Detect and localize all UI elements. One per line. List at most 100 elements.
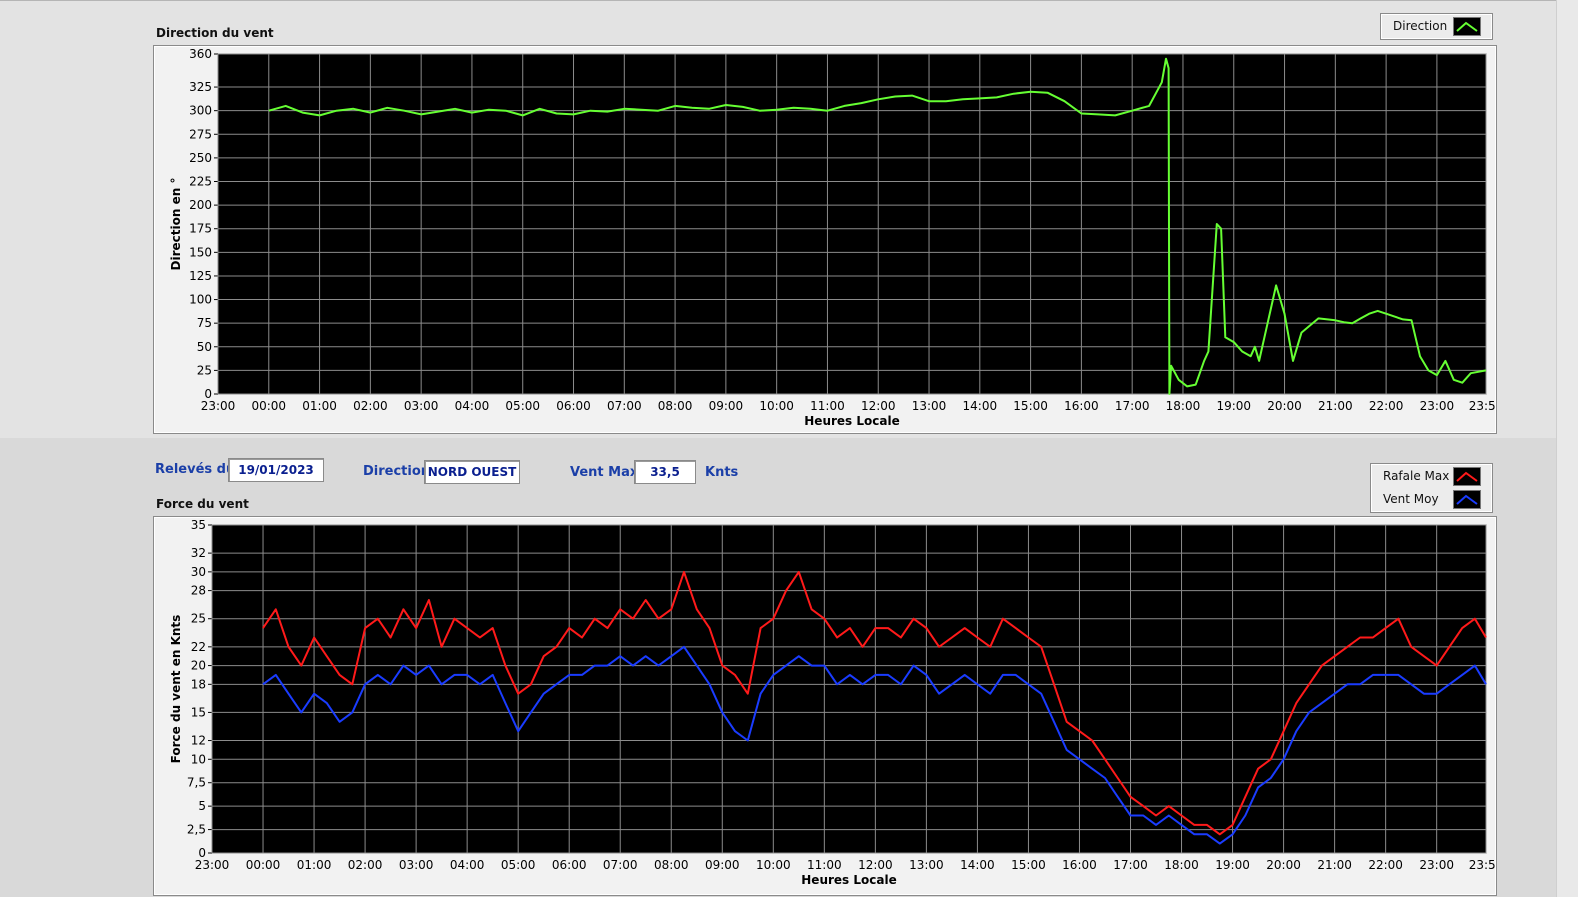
y-tick-label: 32 xyxy=(191,546,206,560)
x-tick-label: 14:00 xyxy=(960,858,995,872)
x-tick-label: 14:00 xyxy=(963,399,998,413)
y-tick-label: 5 xyxy=(198,799,206,813)
y-tick-label: 35 xyxy=(191,518,206,532)
x-tick-label: 06:00 xyxy=(556,399,591,413)
x-tick-label: 07:00 xyxy=(603,858,638,872)
x-tick-label: 10:00 xyxy=(756,858,791,872)
x-tick-label: 04:00 xyxy=(455,399,490,413)
y-tick-label: 22 xyxy=(191,640,206,654)
legend-swatch-vent-moy xyxy=(1453,490,1481,509)
x-tick-label: 00:00 xyxy=(246,858,281,872)
y-tick-label: 15 xyxy=(191,705,206,719)
x-tick-label: 03:00 xyxy=(404,399,439,413)
x-tick-label: 16:00 xyxy=(1062,858,1097,872)
force-chart-panel: 0 2,5 5 7,5 10 12 15 18 20 22 25 28 30 32 35 23:00 00:00… xyxy=(153,516,1497,896)
direction-label: Direction xyxy=(363,464,431,479)
legend-item-direction[interactable]: Direction xyxy=(1381,15,1492,37)
x-tick-label: 18:00 xyxy=(1164,858,1199,872)
x-tick-label: 08:00 xyxy=(658,399,693,413)
x-tick-label: 12:00 xyxy=(858,858,893,872)
y-tick-label: 7,5 xyxy=(187,776,206,790)
x-tick-label: 22:00 xyxy=(1368,858,1403,872)
y-axis-label: Force du vent en Knts xyxy=(169,615,183,764)
releves-label: Relevés du xyxy=(155,462,236,477)
y-tick-label: 250 xyxy=(189,151,212,165)
x-tick-label: 07:00 xyxy=(607,399,642,413)
x-tick-label: 21:00 xyxy=(1318,399,1353,413)
x-tick-label: 09:00 xyxy=(709,399,744,413)
right-scroll-column[interactable] xyxy=(1556,0,1578,897)
x-tick-label: 19:00 xyxy=(1215,858,1250,872)
y-tick-label: 10 xyxy=(191,752,206,766)
legend-item-rafale-max[interactable]: Rafale Max xyxy=(1371,465,1492,487)
direction-value-field[interactable]: NORD OUEST xyxy=(424,460,520,484)
x-tick-label: 11:00 xyxy=(807,858,842,872)
direction-legend[interactable]: Direction xyxy=(1380,13,1493,40)
x-tick-label: 01:00 xyxy=(302,399,337,413)
legend-item-vent-moy[interactable]: Vent Moy xyxy=(1371,488,1492,510)
x-tick-label: 23:58 xyxy=(1469,858,1496,872)
x-tick-label: 16:00 xyxy=(1064,399,1099,413)
y-axis-label: Direction en ° xyxy=(169,178,183,271)
x-tick-label: 08:00 xyxy=(654,858,689,872)
ventmax-label: Vent Max xyxy=(570,465,639,480)
ventmax-unit: Knts xyxy=(705,465,739,480)
x-tick-label: 23:00 xyxy=(1420,399,1455,413)
legend-label-rafale-max: Rafale Max xyxy=(1383,469,1450,483)
y-tick-label: 175 xyxy=(189,222,212,236)
y-tick-label: 275 xyxy=(189,127,212,141)
y-tick-label: 325 xyxy=(189,80,212,94)
x-tick-label: 15:00 xyxy=(1013,399,1048,413)
force-chart-title: Force du vent xyxy=(156,497,249,511)
x-tick-label: 20:00 xyxy=(1267,399,1302,413)
x-tick-label: 04:00 xyxy=(450,858,485,872)
x-tick-label: 06:00 xyxy=(552,858,587,872)
x-tick-label: 23:00 xyxy=(1419,858,1454,872)
force-legend[interactable]: Rafale Max Vent Moy xyxy=(1370,463,1493,513)
x-tick-label: 13:00 xyxy=(909,858,944,872)
x-tick-label: 23:58 xyxy=(1469,399,1496,413)
x-tick-label: 20:00 xyxy=(1266,858,1301,872)
x-tick-label: 23:00 xyxy=(195,858,230,872)
y-tick-label: 225 xyxy=(189,175,212,189)
x-tick-label: 03:00 xyxy=(399,858,434,872)
releves-date-field[interactable]: 19/01/2023 xyxy=(228,458,324,482)
direction-chart-title: Direction du vent xyxy=(156,26,274,40)
y-tick-label: 12 xyxy=(191,734,206,748)
x-tick-label: 22:00 xyxy=(1369,399,1404,413)
y-tick-label: 28 xyxy=(191,584,206,598)
y-tick-label: 25 xyxy=(191,612,206,626)
x-tick-label: 10:00 xyxy=(759,399,794,413)
y-tick-label: 300 xyxy=(189,104,212,118)
y-tick-label: 50 xyxy=(197,340,212,354)
x-axis-label: Heures Locale xyxy=(804,414,899,428)
x-tick-label: 02:00 xyxy=(348,858,383,872)
y-tick-label: 125 xyxy=(189,269,212,283)
plot-area xyxy=(211,524,1487,854)
legend-swatch-direction xyxy=(1453,17,1481,36)
x-tick-label: 05:00 xyxy=(505,399,540,413)
y-tick-label: 20 xyxy=(191,659,206,673)
force-chart-svg: 02,557,5101215182022252830323523:00 00:00… xyxy=(169,518,1496,887)
y-tick-label: 200 xyxy=(189,198,212,212)
direction-chart-svg: 0255075100125150175200225250275300325360… xyxy=(169,47,1496,428)
y-tick-label: 18 xyxy=(191,677,206,691)
x-tick-label: 01:00 xyxy=(297,858,332,872)
x-tick-label: 09:00 xyxy=(705,858,740,872)
ventmax-value-field[interactable]: 33,5 xyxy=(634,460,696,484)
x-tick-label: 17:00 xyxy=(1115,399,1150,413)
legend-swatch-rafale-max xyxy=(1453,467,1481,486)
x-tick-label: 00:00 xyxy=(251,399,286,413)
x-tick-label: 21:00 xyxy=(1317,858,1352,872)
y-tick-label: 75 xyxy=(197,316,212,330)
y-tick-label: 30 xyxy=(191,565,206,579)
x-tick-label: 17:00 xyxy=(1113,858,1148,872)
x-tick-label: 23:00 xyxy=(201,399,236,413)
x-tick-label: 18:00 xyxy=(1166,399,1201,413)
legend-label-vent-moy: Vent Moy xyxy=(1383,492,1439,506)
x-axis-label: Heures Locale xyxy=(801,873,896,887)
x-tick-label: 13:00 xyxy=(912,399,947,413)
x-tick-label: 15:00 xyxy=(1011,858,1046,872)
x-tick-label: 19:00 xyxy=(1216,399,1251,413)
y-tick-label: 150 xyxy=(189,245,212,259)
